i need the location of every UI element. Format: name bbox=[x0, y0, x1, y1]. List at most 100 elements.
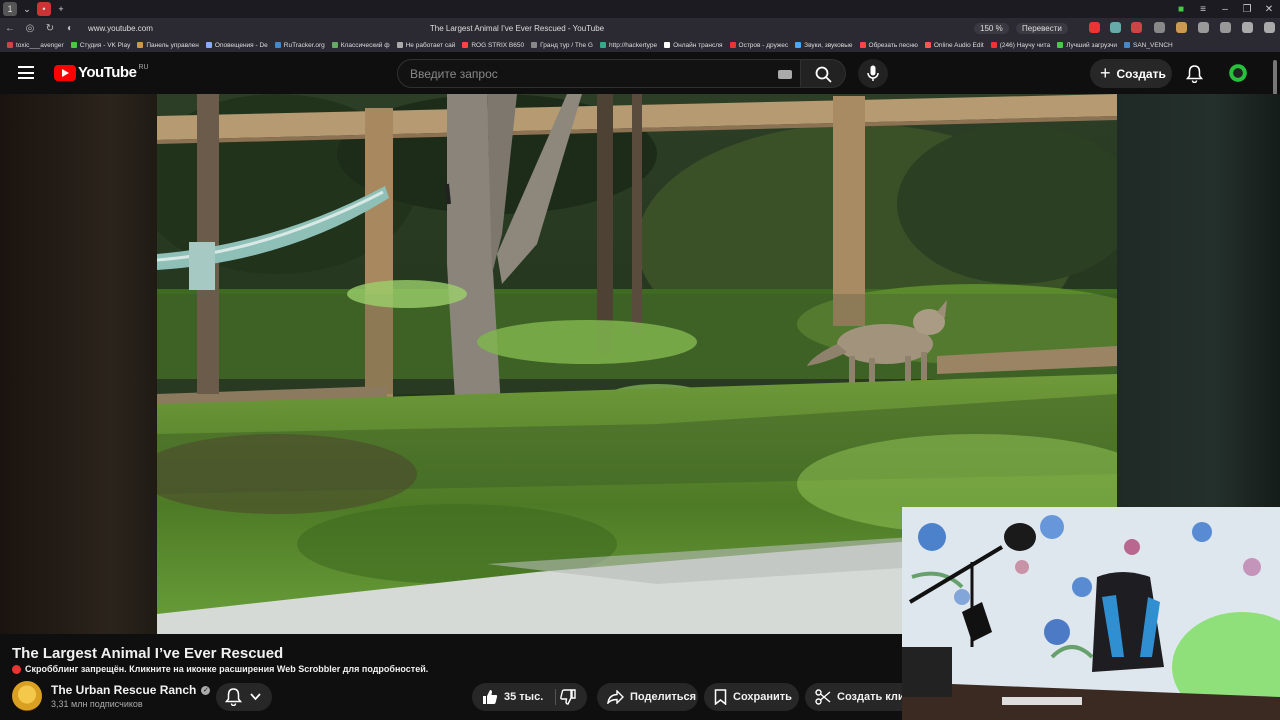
new-tab-icon[interactable]: + bbox=[54, 2, 68, 16]
ambient-glow-left bbox=[0, 94, 157, 634]
bookmark-label: Студия - VK Play bbox=[79, 41, 131, 49]
bookmark-item[interactable]: Онлайн трансля bbox=[664, 42, 723, 49]
like-icon[interactable] bbox=[482, 689, 498, 705]
extension-icon[interactable] bbox=[1089, 22, 1100, 33]
youtube-header: YouTube RU Введите запрос + Создать bbox=[0, 52, 1280, 94]
youtube-tab[interactable]: • bbox=[37, 2, 51, 16]
verified-icon: ✓ bbox=[201, 685, 211, 695]
bookmark-item[interactable]: ROG STRIX B650 bbox=[462, 42, 524, 49]
keyboard-icon[interactable] bbox=[778, 70, 792, 79]
extension-icon[interactable] bbox=[1176, 22, 1187, 33]
clip-label: Создать клип bbox=[837, 691, 912, 703]
search-placeholder: Введите запрос bbox=[410, 67, 498, 81]
bookmark-item[interactable]: Не работает сай bbox=[396, 42, 455, 49]
bookmark-label: Классический ф bbox=[340, 41, 390, 49]
extension-icon[interactable] bbox=[1154, 22, 1165, 33]
tab-icon[interactable]: 1 bbox=[3, 2, 17, 16]
save-button[interactable]: Сохранить bbox=[704, 683, 799, 711]
extension-icon[interactable] bbox=[1110, 22, 1121, 33]
bookmark-favicon-icon bbox=[1057, 42, 1064, 48]
tab-dropdown-icon[interactable]: ⌄ bbox=[20, 2, 34, 16]
menu-icon[interactable] bbox=[18, 66, 34, 79]
bookmark-favicon-icon bbox=[795, 42, 802, 48]
address-bar: ← ◎ ↻ ◐ www.youtube.com The Largest Anim… bbox=[0, 18, 1280, 38]
notifications-bell-icon[interactable] bbox=[1186, 65, 1203, 83]
bookmark-item[interactable]: RuTracker.org bbox=[274, 42, 325, 49]
share-button[interactable]: Поделиться bbox=[597, 683, 698, 711]
bookmark-favicon-icon bbox=[600, 42, 606, 48]
youtube-play-icon bbox=[54, 64, 76, 81]
bookmark-favicon-icon bbox=[924, 42, 931, 48]
bookmark-item[interactable]: toxic___avenger bbox=[7, 42, 64, 49]
extension-icon[interactable] bbox=[1220, 22, 1231, 33]
bookmark-item[interactable]: Панель управлен bbox=[137, 42, 199, 49]
bookmark-favicon-icon bbox=[729, 42, 736, 48]
search-button[interactable] bbox=[800, 59, 846, 88]
bookmarks-bar: toxic___avenger Студия - VK Play Панель уп… bbox=[0, 38, 1280, 52]
user-avatar[interactable] bbox=[1227, 62, 1249, 84]
bookmark-label: Гранд тур / The G bbox=[540, 41, 593, 49]
bookmark-item[interactable]: Оповещения - De bbox=[205, 41, 268, 49]
dislike-icon[interactable] bbox=[560, 689, 576, 705]
notifications-bell-icon bbox=[225, 688, 242, 706]
clip-button[interactable]: Создать клип bbox=[805, 683, 915, 711]
bookmark-item[interactable]: Звуки, звуковые bbox=[795, 42, 853, 49]
channel-name[interactable]: The Urban Rescue Ranch ✓ bbox=[51, 683, 211, 697]
share-label: Поделиться bbox=[630, 691, 697, 703]
menu-icon[interactable]: ≡ bbox=[1192, 4, 1214, 15]
bookmark-item[interactable]: Остров - дружес bbox=[729, 42, 788, 49]
bookmark-favicon-icon bbox=[137, 42, 144, 48]
plus-icon: + bbox=[1100, 63, 1111, 83]
bookmark-favicon-icon bbox=[462, 42, 469, 48]
bookmark-favicon-icon bbox=[331, 42, 338, 48]
extension-icon[interactable] bbox=[1264, 22, 1275, 33]
scrobbler-notice[interactable]: Скробблинг запрещён. Кликните на иконке … bbox=[12, 664, 428, 674]
create-button[interactable]: + Создать bbox=[1090, 59, 1172, 88]
subscription-notifications-button[interactable] bbox=[216, 683, 272, 711]
minimize-icon[interactable]: – bbox=[1214, 4, 1236, 15]
bookmark-label: SAN_VENCH bbox=[1133, 41, 1173, 49]
bookmark-item[interactable]: (246) Научу чита bbox=[990, 41, 1051, 49]
bookmark-item[interactable]: Online Audio Edit bbox=[924, 41, 984, 49]
like-dislike-group: 35 тыс. bbox=[472, 683, 587, 711]
search-input[interactable]: Введите запрос bbox=[397, 59, 801, 88]
window-controls: ■ ≡ – ❐ ✕ bbox=[1170, 0, 1280, 18]
extension-icon[interactable]: ■ bbox=[1170, 4, 1192, 15]
bookmark-item[interactable]: Лучший загрузчи bbox=[1057, 42, 1117, 49]
bookmark-item[interactable]: Студия - VK Play bbox=[70, 41, 131, 49]
close-icon[interactable]: ✕ bbox=[1258, 4, 1280, 15]
bookmark-label: Оповещения - De bbox=[214, 41, 268, 49]
like-count[interactable]: 35 тыс. bbox=[504, 691, 543, 703]
restore-icon[interactable]: ❐ bbox=[1236, 4, 1258, 15]
share-icon bbox=[607, 690, 624, 704]
page-title: The Largest Animal I've Ever Rescued - Y… bbox=[429, 23, 605, 33]
bookmark-label: Лучший загрузчи bbox=[1066, 41, 1118, 49]
bookmark-label: (246) Научу чита bbox=[999, 41, 1051, 49]
bookmark-label: Online Audio Edit bbox=[933, 41, 984, 49]
bookmark-item[interactable]: http://hackertype bbox=[600, 42, 657, 49]
extension-icon[interactable] bbox=[1242, 22, 1253, 33]
web-scrobbler-icon bbox=[12, 664, 21, 674]
bookmark-label: Панель управлен bbox=[146, 41, 199, 49]
voice-search-button[interactable] bbox=[858, 59, 888, 88]
webcam-frame bbox=[902, 507, 1280, 720]
bookmark-item[interactable]: Классический ф bbox=[331, 41, 390, 49]
video-title: The Largest Animal I’ve Ever Rescued bbox=[12, 645, 284, 662]
search-icon bbox=[815, 66, 832, 83]
microphone-icon bbox=[867, 65, 879, 81]
bookmark-favicon-icon bbox=[531, 42, 538, 48]
channel-name-text: The Urban Rescue Ranch bbox=[51, 683, 197, 697]
channel-avatar[interactable] bbox=[12, 681, 42, 711]
browser-tab-strip: 1 ⌄ • + ■ ≡ – ❐ ✕ bbox=[0, 0, 1280, 18]
youtube-logo[interactable]: YouTube RU bbox=[54, 64, 149, 81]
extension-icon[interactable] bbox=[1198, 22, 1209, 33]
extension-icon[interactable] bbox=[1131, 22, 1142, 33]
translate-button[interactable]: Перевести bbox=[1016, 22, 1068, 34]
bookmark-icon bbox=[714, 689, 727, 705]
scrobbler-notice-text: Скробблинг запрещён. Кликните на иконке … bbox=[25, 664, 429, 674]
bookmark-item[interactable]: SAN_VENCH bbox=[1124, 42, 1173, 49]
zoom-level[interactable]: 150 % bbox=[974, 22, 1009, 34]
bookmark-favicon-icon bbox=[396, 42, 403, 48]
bookmark-item[interactable]: Обрезать песню bbox=[859, 42, 918, 49]
bookmark-item[interactable]: Гранд тур / The G bbox=[531, 42, 593, 49]
